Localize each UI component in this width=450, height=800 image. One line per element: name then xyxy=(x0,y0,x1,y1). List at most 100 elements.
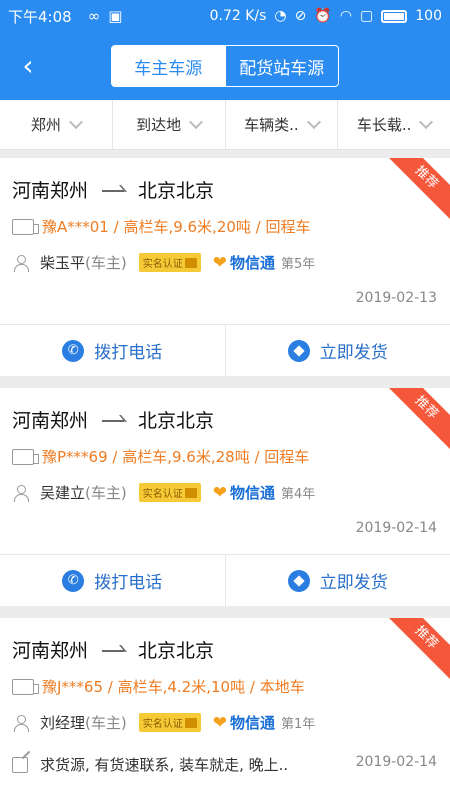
vehicle-desc: 豫P***69 / 高栏车,9.6米,28吨 / 回程车 xyxy=(42,448,310,466)
owner-role: (车主) xyxy=(85,714,127,732)
handshake-icon: ❤ xyxy=(212,252,227,273)
verified-label: 实名认证 xyxy=(142,489,183,500)
owner-row: 刘经理 (车主) 实名认证 ❤ 物信通 第1年 xyxy=(12,712,315,733)
infinity-icon: ∞ xyxy=(87,7,101,25)
ship-label: 立即发货 xyxy=(319,343,388,363)
user-icon xyxy=(12,254,30,272)
recommend-ribbon: 推荐 xyxy=(382,618,450,682)
route: 河南郑州 北京北京 xyxy=(12,176,214,203)
handshake-icon: ❤ xyxy=(212,482,227,503)
ship-label: 立即发货 xyxy=(319,573,388,593)
id-card-icon xyxy=(184,487,197,498)
call-button[interactable]: ✆ 拨打电话 xyxy=(0,555,226,606)
post-date: 2019-02-14 xyxy=(355,754,437,770)
tab-owner-vehicles[interactable]: 车主车源 xyxy=(112,46,225,86)
chevron-down-icon xyxy=(189,114,204,130)
route-destination: 北京北京 xyxy=(138,640,215,662)
vehicle-info: 豫A***01 / 高栏车,9.6米,20吨 / 回程车 xyxy=(12,216,311,237)
sim-icon: ◔ xyxy=(274,8,287,24)
id-card-icon xyxy=(184,717,197,728)
member-years: 第4年 xyxy=(281,487,316,502)
source-segment: 车主车源 配货站车源 xyxy=(111,45,339,87)
verified-label: 实名认证 xyxy=(142,719,183,730)
card-actions: ✆ 拨打电话 立即发货 xyxy=(0,554,450,606)
route-destination: 北京北京 xyxy=(138,410,215,432)
filter-bar: 郑州 到达地 车辆类.. 车长载.. xyxy=(0,100,450,150)
truck-icon xyxy=(12,448,39,465)
verified-badge: 实名认证 xyxy=(138,483,201,502)
route-arrow-icon xyxy=(102,415,125,425)
chevron-down-icon xyxy=(68,114,83,130)
owner-role: (车主) xyxy=(85,484,127,502)
battery-icon xyxy=(381,9,408,23)
user-icon xyxy=(12,484,30,502)
network-speed: 0.72 K/s xyxy=(209,8,267,24)
owner-name: 吴建立 xyxy=(40,484,86,502)
call-button[interactable]: ✆ 拨打电话 xyxy=(0,325,226,376)
nav-bar: ‹ 车主车源 配货站车源 xyxy=(0,32,450,100)
package-icon xyxy=(287,339,310,362)
message-icon: ▢ xyxy=(360,8,374,24)
owner-role: (车主) xyxy=(85,254,127,272)
handshake-icon: ❤ xyxy=(212,712,227,733)
route-origin: 河南郑州 xyxy=(12,180,89,202)
service-label: 物信通 xyxy=(229,714,275,732)
call-label: 拨打电话 xyxy=(94,343,163,363)
ship-button[interactable]: 立即发货 xyxy=(226,325,450,376)
service-badge: ❤ 物信通 xyxy=(213,252,275,273)
owner-row: 吴建立 (车主) 实名认证 ❤ 物信通 第4年 xyxy=(12,482,315,503)
filter-label: 车长载.. xyxy=(356,116,412,134)
route-origin: 河南郑州 xyxy=(12,640,89,662)
vehicle-card[interactable]: 推荐 河南郑州 北京北京 豫J***65 / 高栏车,4.2米,10吨 / 本地… xyxy=(0,618,450,800)
filter-destination[interactable]: 到达地 xyxy=(113,100,226,149)
wifi-icon: ◠ xyxy=(339,8,353,24)
filter-label: 到达地 xyxy=(136,116,182,134)
post-date: 2019-02-13 xyxy=(355,290,437,306)
route-arrow-icon xyxy=(102,185,125,195)
truck-icon xyxy=(12,218,39,235)
id-card-icon xyxy=(184,257,197,268)
filter-length-load[interactable]: 车长载.. xyxy=(338,100,450,149)
card-actions: ✆ 拨打电话 立即发货 xyxy=(0,324,450,376)
alarm-icon: ⏰ xyxy=(314,8,332,24)
vehicle-card[interactable]: 推荐 河南郑州 北京北京 豫P***69 / 高栏车,9.6米,28吨 / 回程… xyxy=(0,388,450,606)
verified-label: 实名认证 xyxy=(142,259,183,270)
owner-row: 柴玉平 (车主) 实名认证 ❤ 物信通 第5年 xyxy=(12,252,315,273)
phone-icon: ✆ xyxy=(62,569,85,592)
chevron-down-icon xyxy=(419,114,434,130)
image-icon: ▣ xyxy=(108,7,123,25)
recommend-ribbon: 推荐 xyxy=(382,388,450,452)
route: 河南郑州 北京北京 xyxy=(12,406,214,433)
status-bar: 下午4:08 ∞ ▣ 0.72 K/s ◔ ⊘ ⏰ ◠ ▢ 100 xyxy=(0,0,450,32)
back-arrow-icon[interactable]: ‹ xyxy=(12,50,44,82)
member-years: 第5年 xyxy=(281,257,316,272)
edit-icon xyxy=(12,756,28,773)
route-origin: 河南郑州 xyxy=(12,410,89,432)
service-label: 物信通 xyxy=(229,484,275,502)
tab-station-vehicles[interactable]: 配货站车源 xyxy=(224,46,339,86)
filter-label: 郑州 xyxy=(30,116,61,134)
service-label: 物信通 xyxy=(229,254,275,272)
vehicle-info: 豫P***69 / 高栏车,9.6米,28吨 / 回程车 xyxy=(12,446,309,467)
vehicle-card[interactable]: 推荐 河南郑州 北京北京 豫A***01 / 高栏车,9.6米,20吨 / 回程… xyxy=(0,158,450,376)
member-years: 第1年 xyxy=(281,717,316,732)
call-label: 拨打电话 xyxy=(94,573,163,593)
route-arrow-icon xyxy=(102,645,125,655)
filter-label: 车辆类.. xyxy=(244,116,299,134)
service-badge: ❤ 物信通 xyxy=(213,712,275,733)
status-time: 下午4:08 xyxy=(8,7,72,26)
filter-vehicle-type[interactable]: 车辆类.. xyxy=(226,100,339,149)
mute-icon: ⊘ xyxy=(294,8,307,24)
ship-button[interactable]: 立即发货 xyxy=(226,555,450,606)
phone-icon: ✆ xyxy=(62,339,85,362)
owner-name: 柴玉平 xyxy=(40,254,86,272)
battery-level: 100 xyxy=(415,8,442,24)
vehicle-info: 豫J***65 / 高栏车,4.2米,10吨 / 本地车 xyxy=(12,676,305,697)
verified-badge: 实名认证 xyxy=(138,253,201,272)
remark-text: 求货源, 有货速联系, 装车就走, 晚上.. xyxy=(40,756,289,774)
filter-origin[interactable]: 郑州 xyxy=(0,100,113,149)
owner-name: 刘经理 xyxy=(40,714,86,732)
route: 河南郑州 北京北京 xyxy=(12,636,214,663)
remark-row: 求货源, 有货速联系, 装车就走, 晚上.. xyxy=(12,754,288,775)
truck-icon xyxy=(12,678,39,695)
